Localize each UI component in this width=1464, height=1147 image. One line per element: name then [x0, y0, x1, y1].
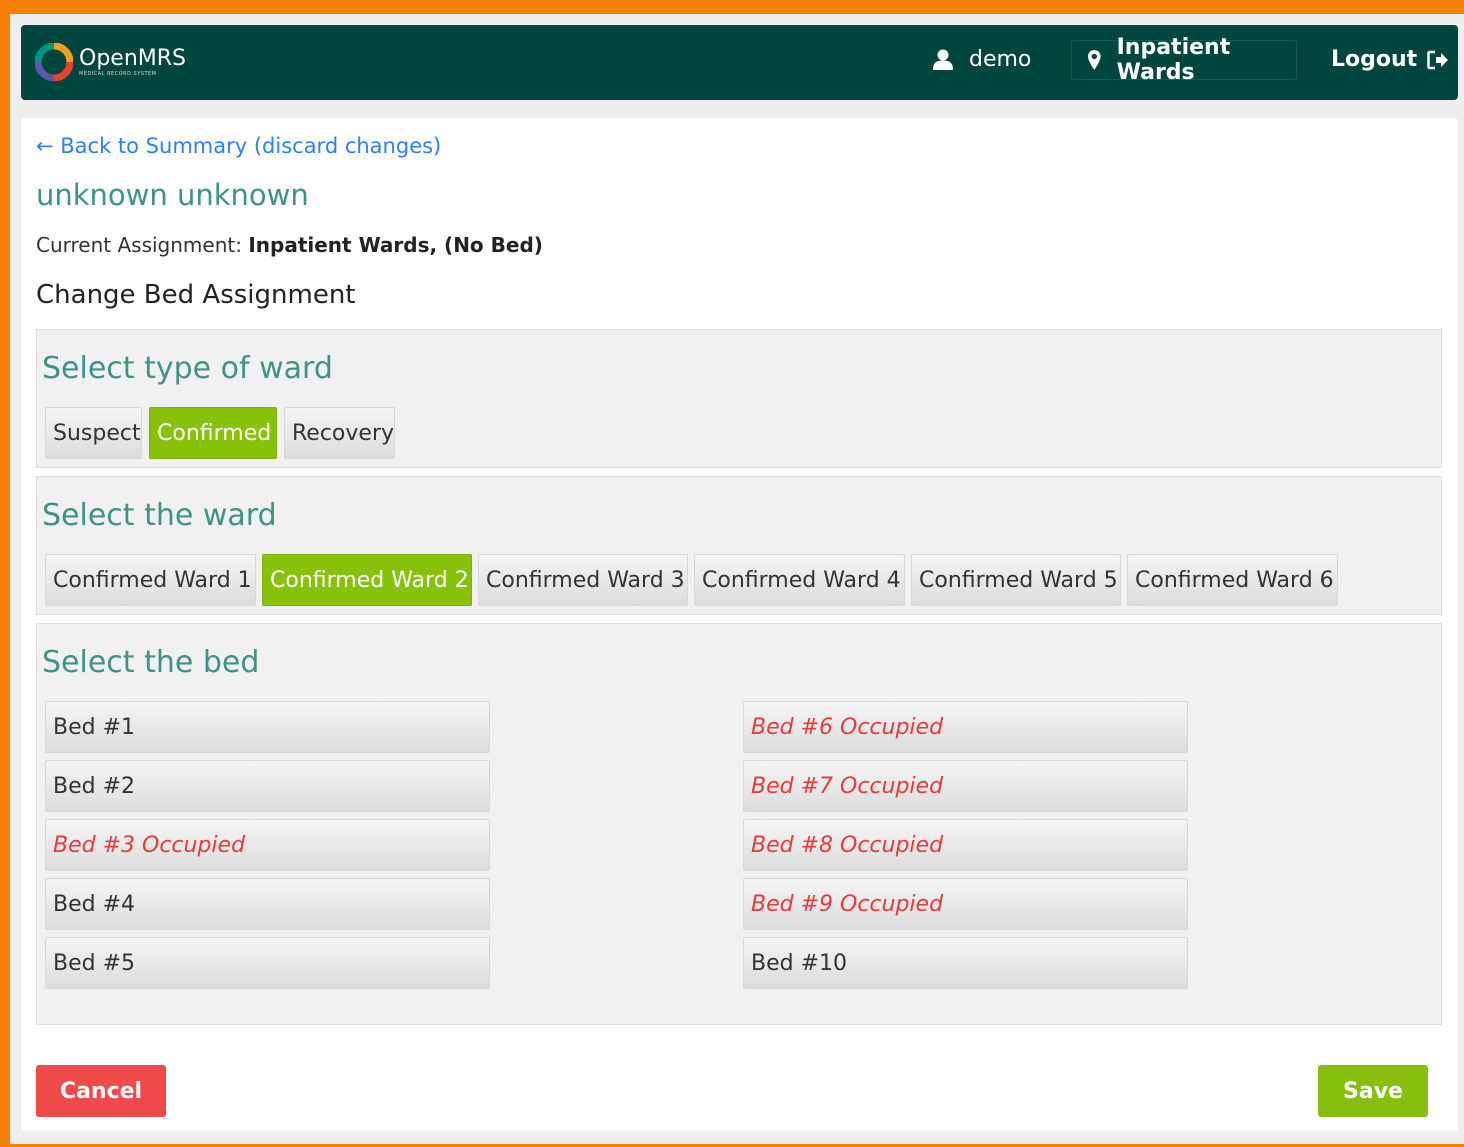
- ward-option-4[interactable]: Confirmed Ward 4: [694, 554, 905, 606]
- logout-label: Logout: [1331, 47, 1418, 72]
- user-menu[interactable]: demo: [933, 47, 1031, 72]
- current-assignment: Current Assignment: Inpatient Wards, (No…: [36, 233, 543, 257]
- top-header: OpenMRS MEDICAL RECORD SYSTEM demo Inpat…: [21, 25, 1458, 100]
- bed-5[interactable]: Bed #5: [45, 937, 490, 989]
- ward-type-recovery[interactable]: Recovery: [284, 407, 395, 459]
- logout-button[interactable]: Logout: [1331, 47, 1449, 72]
- current-assignment-value: Inpatient Wards, (No Bed): [248, 233, 543, 257]
- save-button[interactable]: Save: [1318, 1065, 1428, 1117]
- location-selector[interactable]: Inpatient Wards: [1071, 35, 1297, 85]
- logo-subtext: MEDICAL RECORD SYSTEM: [79, 70, 157, 77]
- openmrs-logo-icon: [35, 43, 73, 81]
- ward-type-title: Select type of ward: [42, 351, 333, 386]
- bed-2[interactable]: Bed #2: [45, 760, 490, 812]
- ward-type-suspect[interactable]: Suspect: [45, 407, 142, 459]
- bed-8[interactable]: Bed #8 Occupied: [743, 819, 1188, 871]
- ward-panel: Select the ward Confirmed Ward 1 Confirm…: [36, 476, 1442, 615]
- bed-9[interactable]: Bed #9 Occupied: [743, 878, 1188, 930]
- back-to-summary-link[interactable]: ← Back to Summary (discard changes): [36, 134, 441, 158]
- bed-title: Select the bed: [42, 645, 260, 680]
- sign-out-icon: [1427, 50, 1449, 69]
- map-marker-icon: [1088, 50, 1101, 70]
- ward-option-3[interactable]: Confirmed Ward 3: [478, 554, 688, 606]
- main-content: ← Back to Summary (discard changes) unkn…: [21, 118, 1458, 1131]
- bed-3[interactable]: Bed #3 Occupied: [45, 819, 490, 871]
- ward-type-panel: Select type of ward Suspect Confirmed Re…: [36, 329, 1442, 468]
- bed-7[interactable]: Bed #7 Occupied: [743, 760, 1188, 812]
- ward-option-5[interactable]: Confirmed Ward 5: [911, 554, 1121, 606]
- bed-panel: Select the bed Bed #1 Bed #2 Bed #3 Occu…: [36, 623, 1442, 1025]
- user-icon: [933, 49, 953, 70]
- username: demo: [969, 47, 1032, 72]
- current-assignment-label: Current Assignment:: [36, 233, 242, 257]
- bed-1[interactable]: Bed #1: [45, 701, 490, 753]
- ward-option-6[interactable]: Confirmed Ward 6: [1127, 554, 1338, 606]
- patient-name: unknown unknown: [36, 178, 309, 212]
- logo-text: OpenMRS: [79, 45, 186, 71]
- ward-title: Select the ward: [42, 498, 277, 533]
- ward-option-1[interactable]: Confirmed Ward 1: [45, 554, 256, 606]
- ward-option-2[interactable]: Confirmed Ward 2: [262, 554, 472, 606]
- change-bed-title: Change Bed Assignment: [36, 280, 356, 310]
- bed-10[interactable]: Bed #10: [743, 937, 1188, 989]
- ward-type-confirmed[interactable]: Confirmed: [149, 407, 277, 459]
- location-label: Inpatient Wards: [1116, 35, 1231, 85]
- cancel-button[interactable]: Cancel: [36, 1065, 166, 1117]
- bed-6[interactable]: Bed #6 Occupied: [743, 701, 1188, 753]
- bed-4[interactable]: Bed #4: [45, 878, 490, 930]
- openmrs-logo[interactable]: OpenMRS MEDICAL RECORD SYSTEM: [35, 43, 186, 81]
